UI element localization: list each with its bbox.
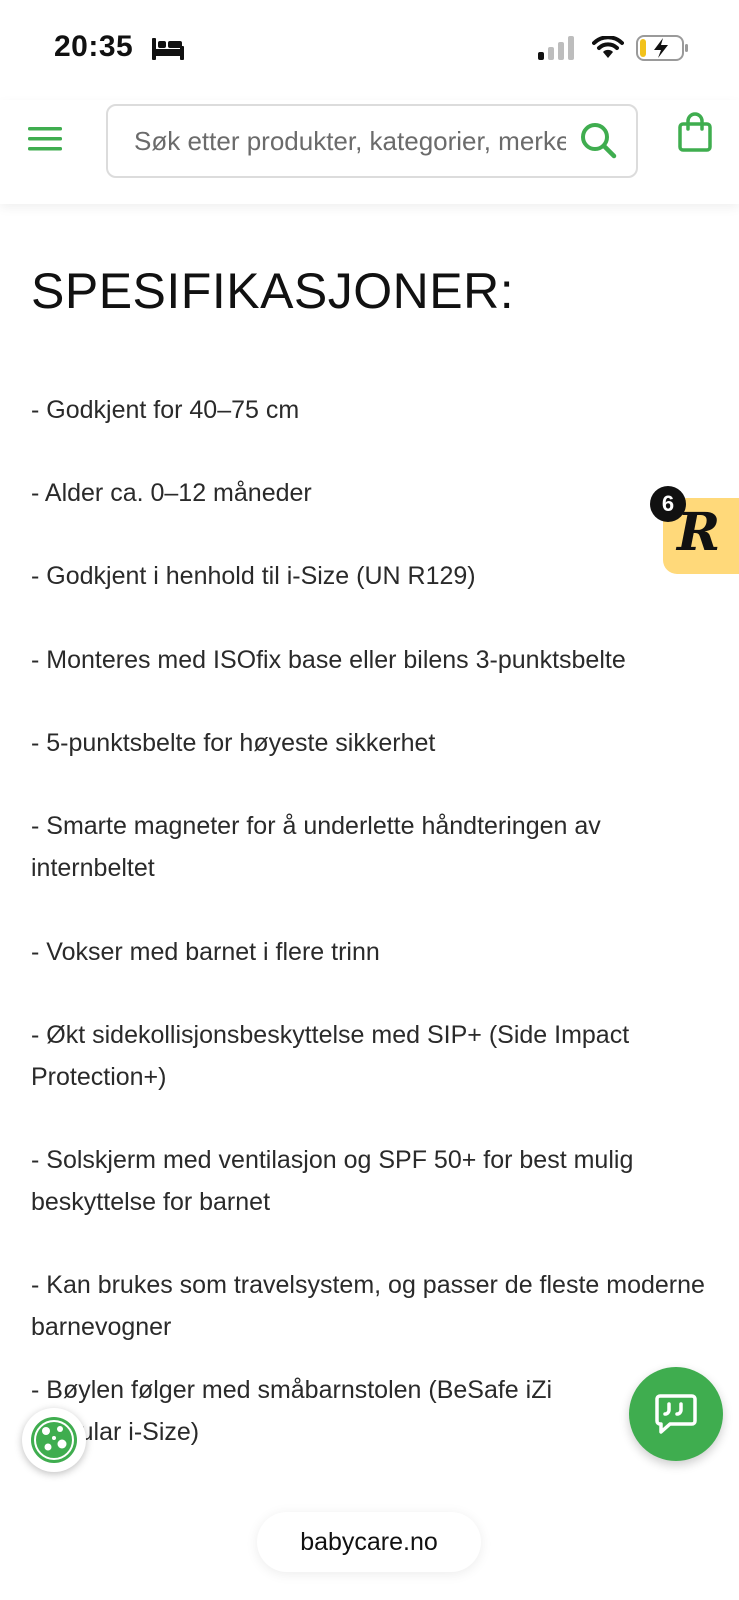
battery-charging-icon: [636, 35, 688, 61]
search-icon[interactable]: [578, 120, 620, 162]
spec-item: - Økt sidekollisjonsbeskyttelse med SIP+…: [31, 1021, 630, 1091]
spec-item: - Godkjent for 40–75 cm: [31, 396, 300, 424]
cookie-icon: [31, 1417, 77, 1463]
bed-icon: [152, 38, 184, 60]
spec-item: - Bøylen følger med småbarnstolen (BeSaf…: [31, 1376, 553, 1446]
chat-button[interactable]: [629, 1367, 723, 1461]
spec-item: - 5-punktsbelte for høyeste sikkerhet: [31, 729, 436, 757]
site-header: [0, 100, 739, 204]
cookie-settings-button[interactable]: [22, 1408, 86, 1472]
reviews-count: 6: [650, 486, 686, 522]
spec-item: - Solskjerm med ventilasjon og SPF 50+ f…: [31, 1146, 634, 1216]
browser-url-bar[interactable]: babycare.no: [257, 1512, 481, 1572]
status-bar: 20:35: [0, 0, 739, 100]
shopping-bag-icon[interactable]: [678, 112, 712, 152]
spec-item: - Alder ca. 0–12 måneder: [31, 479, 312, 507]
spec-item: - Monteres med ISOfix base eller bilens …: [31, 646, 626, 674]
search-box: [106, 104, 638, 178]
signal-icon: [538, 36, 574, 60]
spec-item: - Godkjent i henhold til i-Size (UN R129…: [31, 562, 476, 590]
spec-item: - Smarte magneter for å underlette håndt…: [31, 812, 601, 882]
menu-icon[interactable]: [26, 122, 64, 156]
chat-icon: [655, 1394, 697, 1434]
wifi-icon: [592, 36, 624, 58]
spec-item: - Vokser med barnet i flere trinn: [31, 938, 380, 966]
spec-item: - Kan brukes som travelsystem, og passer…: [31, 1271, 705, 1341]
search-input[interactable]: [134, 106, 566, 176]
specifications-title: SPESIFIKASJONER:: [31, 263, 515, 319]
status-time: 20:35: [54, 30, 134, 63]
